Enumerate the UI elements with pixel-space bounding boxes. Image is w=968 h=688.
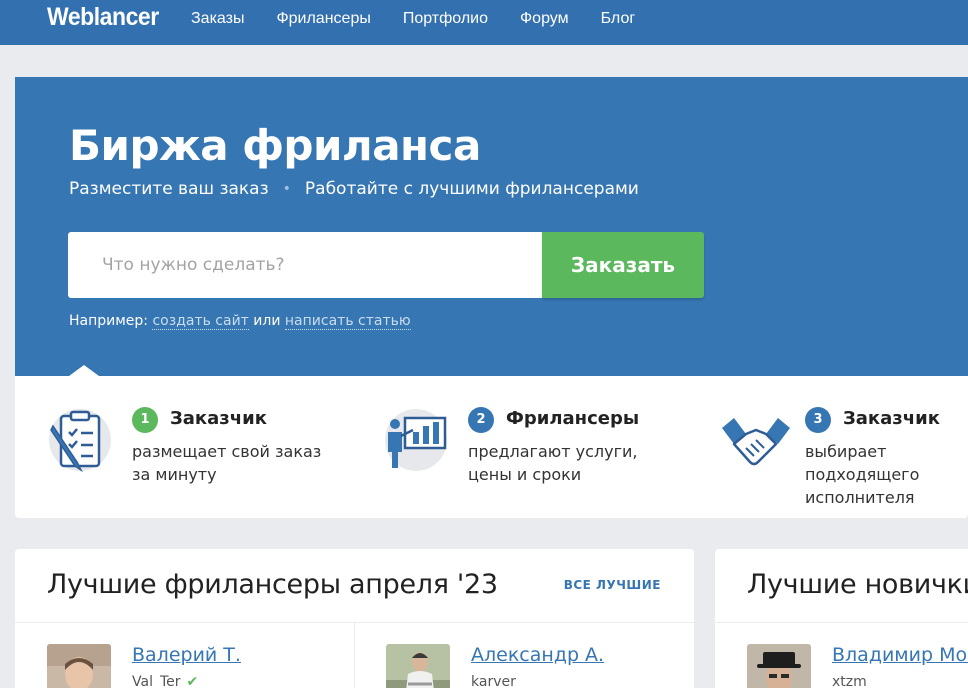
best-freelancers-card: Лучшие фрилансеры апреля '23 ВСЕ ЛУЧШИЕ … [15, 549, 694, 688]
logo[interactable]: Weblancer [47, 3, 159, 32]
freelancer-name[interactable]: Александр А. [471, 644, 604, 666]
task-search-input[interactable] [68, 232, 542, 298]
step-1-desc: размещает свой заказ за минуту [132, 442, 322, 484]
nav-orders[interactable]: Заказы [191, 10, 244, 28]
step-2-number: 2 [468, 407, 494, 433]
separator-dot: • [282, 181, 291, 197]
main-nav: Заказы Фрилансеры Портфолио Форум Блог [191, 10, 667, 28]
verified-check-icon: ✔ [186, 674, 199, 688]
step-2-title: Фрилансеры [506, 408, 640, 429]
step-3-title: Заказчик [843, 408, 940, 429]
clipboard-icon [49, 409, 111, 473]
all-best-link[interactable]: ВСЕ ЛУЧШИЕ [564, 578, 661, 592]
hero-banner: Биржа фриланса Разместите ваш заказ • Ра… [15, 77, 968, 376]
card-divider [715, 622, 968, 623]
column-divider [354, 623, 355, 688]
handshake-icon [722, 418, 790, 466]
hero-subtitle-left: Разместите ваш заказ [69, 179, 269, 199]
best-newbies-title: Лучшие новички [747, 569, 968, 600]
example-link-create-site[interactable]: создать сайт [152, 313, 249, 330]
step-3-number: 3 [805, 407, 831, 433]
presentation-icon [385, 409, 447, 471]
avatar[interactable] [747, 644, 811, 688]
freelancer-login: Val_Ter ✔ [132, 674, 198, 688]
avatar[interactable] [386, 644, 450, 688]
best-freelancers-title: Лучшие фрилансеры апреля '23 [47, 569, 498, 600]
hero-subtitle-right: Работайте с лучшими фрилансерами [304, 179, 639, 199]
freelancer-login: karver [471, 674, 516, 688]
best-newbies-card: Лучшие новички Владимир Мок xtzm [715, 549, 968, 688]
freelancer-name[interactable]: Валерий Т. [132, 644, 241, 666]
nav-portfolio[interactable]: Портфолио [403, 10, 488, 28]
top-navbar: Weblancer Заказы Фрилансеры Портфолио Фо… [0, 0, 968, 45]
step-1-number: 1 [132, 407, 158, 433]
hero-notch [69, 365, 99, 376]
nav-forum[interactable]: Форум [520, 10, 569, 28]
example-or: или [253, 313, 281, 329]
newbie-login: xtzm [832, 674, 867, 688]
step-2-desc: предлагают услуги, цены и сроки [468, 442, 638, 484]
step-3-desc: выбирает подходящего исполнителя [805, 442, 920, 507]
hero-title: Биржа фриланса [69, 121, 481, 170]
freelancer-login-text: Val_Ter [132, 674, 181, 688]
example-prefix: Например: [69, 313, 149, 329]
example-link-write-article[interactable]: написать статью [284, 313, 411, 330]
nav-blog[interactable]: Блог [601, 10, 636, 28]
example-hint: Например: создать сайт или написать стат… [69, 313, 411, 330]
avatar[interactable] [47, 644, 111, 688]
newbie-name[interactable]: Владимир Мок [832, 644, 968, 666]
order-button[interactable]: Заказать [542, 232, 704, 298]
hero-subtitle: Разместите ваш заказ • Работайте с лучши… [69, 179, 639, 199]
nav-freelancers[interactable]: Фрилансеры [276, 10, 370, 28]
how-it-works: 1 Заказчик размещает свой заказ за минут… [15, 376, 968, 518]
step-1-title: Заказчик [170, 408, 267, 429]
